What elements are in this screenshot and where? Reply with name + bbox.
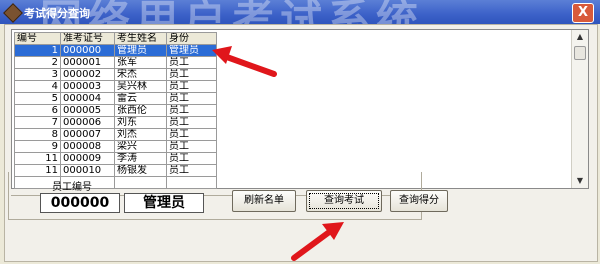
- column-header-ticket[interactable]: 准考证号: [60, 32, 115, 45]
- cell-number: 7: [14, 116, 61, 129]
- table-row[interactable]: 3 000002 宋杰 员工: [14, 68, 217, 81]
- cell-name: 张西伦: [114, 104, 167, 117]
- cell-ticket: 000008: [60, 140, 115, 153]
- cell-role: 员工: [166, 116, 217, 129]
- table-row[interactable]: 2 000001 张军 员工: [14, 56, 217, 69]
- query-score-button[interactable]: 查询得分: [390, 190, 448, 212]
- cell-name: 梁兴: [114, 140, 167, 153]
- cell-name: 吴兴林: [114, 80, 167, 93]
- app-icon: [3, 3, 23, 23]
- cell-ticket: 000002: [60, 68, 115, 81]
- cell-number: 9: [14, 140, 61, 153]
- cell-number: 6: [14, 104, 61, 117]
- cell-role: 员工: [166, 140, 217, 153]
- cell-number: 5: [14, 92, 61, 105]
- query-exam-button[interactable]: 查询考试: [306, 190, 382, 212]
- employee-id-field[interactable]: 000000: [40, 193, 120, 213]
- cell-name: 宋杰: [114, 68, 167, 81]
- cell-name: 刘东: [114, 116, 167, 129]
- cell-number: 1: [14, 44, 61, 57]
- cell-ticket: 000006: [60, 116, 115, 129]
- cell-ticket: 000009: [60, 152, 115, 165]
- cell-ticket: 000001: [60, 56, 115, 69]
- scroll-up-arrow-icon[interactable]: ▲: [572, 30, 588, 44]
- column-header-name[interactable]: 考生姓名: [114, 32, 167, 45]
- column-header-number[interactable]: 编号: [14, 32, 61, 45]
- cell-role: 员工: [166, 80, 217, 93]
- table-row[interactable]: 5 000004 雷云 员工: [14, 92, 217, 105]
- cell-ticket: 000003: [60, 80, 115, 93]
- cell-name: 刘杰: [114, 128, 167, 141]
- cell-role: 管理员: [166, 44, 217, 57]
- cell-name: 李涛: [114, 152, 167, 165]
- employee-id-label: 员工编号: [52, 182, 92, 193]
- table-row[interactable]: 8 000007 刘杰 员工: [14, 128, 217, 141]
- cell-name: 管理员: [114, 44, 167, 57]
- table-row[interactable]: 4 000003 吴兴林 员工: [14, 80, 217, 93]
- cell-role: 员工: [166, 68, 217, 81]
- cell-role: 员工: [166, 128, 217, 141]
- cell-ticket: 000004: [60, 92, 115, 105]
- table-row[interactable]: 9 000008 梁兴 员工: [14, 140, 217, 153]
- close-icon: X: [577, 5, 589, 20]
- table-row[interactable]: 1 000000 管理员 管理员: [14, 44, 217, 57]
- title-watermark: 网络用户考试系统: [40, 0, 424, 24]
- window-title: 考试得分查询: [24, 7, 90, 20]
- cell-number: 2: [14, 56, 61, 69]
- table-row[interactable]: 6 000005 张西伦 员工: [14, 104, 217, 117]
- cell-role: 员工: [166, 104, 217, 117]
- vertical-scrollbar[interactable]: ▲ ▼: [571, 30, 588, 188]
- cell-ticket: 000005: [60, 104, 115, 117]
- employee-name-field[interactable]: 管理员: [124, 193, 204, 213]
- table-header-row: 编号 准考证号 考生姓名 身份: [14, 32, 217, 45]
- cell-ticket: 000007: [60, 128, 115, 141]
- cell-role: 员工: [166, 92, 217, 105]
- annotation-arrow-query-button: [291, 222, 344, 261]
- candidate-table: 编号 准考证号 考生姓名 身份 1 000000 管理员 管理员 2 000001 张军 员工…: [14, 32, 217, 189]
- scroll-thumb[interactable]: [574, 46, 586, 60]
- cell-number: 8: [14, 128, 61, 141]
- cell-name: 雷云: [114, 92, 167, 105]
- annotation-arrow-selected-row: [212, 46, 277, 77]
- cell-role: 员工: [166, 152, 217, 165]
- candidate-list[interactable]: 编号 准考证号 考生姓名 身份 1 000000 管理员 管理员 2 000001 张军 员工…: [11, 29, 589, 189]
- cell-number: 11: [14, 152, 61, 165]
- cell-number: 4: [14, 80, 61, 93]
- title-bar: 网络用户考试系统 考试得分查询 X: [0, 0, 600, 24]
- column-header-role[interactable]: 身份: [166, 32, 217, 45]
- table-row[interactable]: 7 000006 刘东 员工: [14, 116, 217, 129]
- cell-name: 张军: [114, 56, 167, 69]
- close-button[interactable]: X: [572, 3, 594, 23]
- table-row[interactable]: 11 000009 李涛 员工: [14, 152, 217, 165]
- cell-number: 3: [14, 68, 61, 81]
- refresh-list-button[interactable]: 刷新名单: [232, 190, 296, 212]
- cell-role: 员工: [166, 56, 217, 69]
- scroll-down-arrow-icon[interactable]: ▼: [572, 174, 588, 188]
- cell-ticket: 000000: [60, 44, 115, 57]
